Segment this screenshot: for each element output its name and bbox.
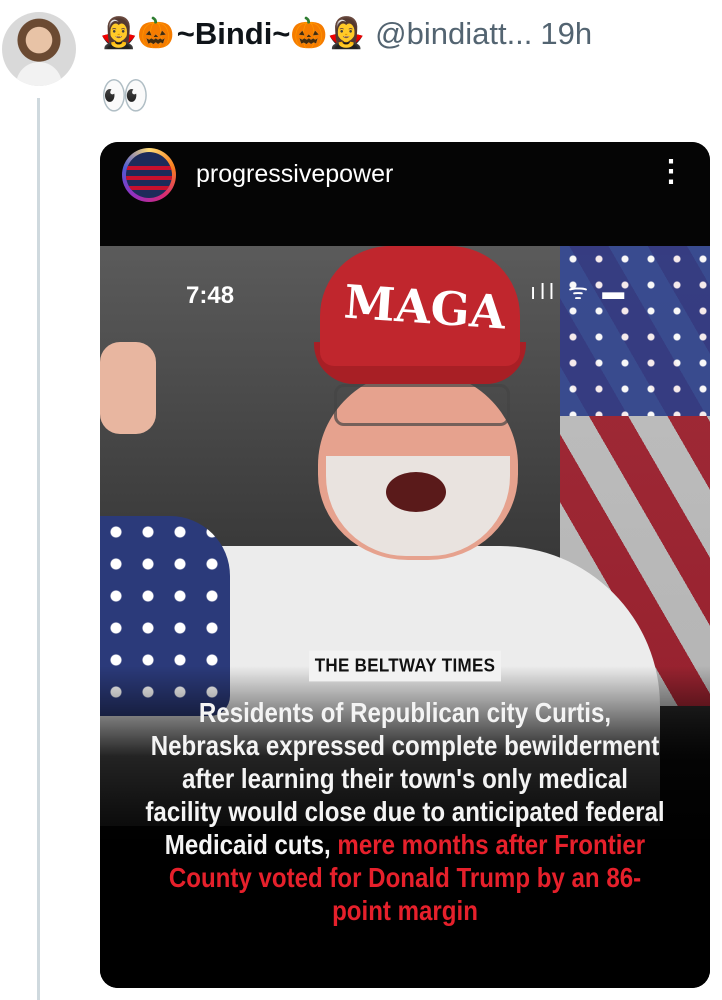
phone-status-time: 7:48 bbox=[186, 282, 235, 309]
author-avatar[interactable] bbox=[2, 12, 76, 86]
cap-text: MAGA bbox=[342, 274, 508, 340]
man-mouth bbox=[386, 472, 446, 512]
more-vertical-icon[interactable]: ⋮ bbox=[656, 154, 686, 189]
tweet-body-emoji: 👀 bbox=[100, 74, 150, 118]
headline-text: Residents of Republican city Curtis, Neb… bbox=[143, 696, 668, 927]
phone-status-icons: ıll ᯤ ▬ bbox=[530, 279, 629, 304]
raised-fist bbox=[100, 342, 156, 434]
avatar-shirt bbox=[16, 62, 62, 86]
name-suffix-emoji: 🎃🧛‍♀️ bbox=[290, 17, 366, 50]
ig-username[interactable]: progressivepower bbox=[196, 160, 393, 189]
name-prefix-emoji: 🧛‍♀️🎃 bbox=[100, 17, 175, 50]
publication-label: THE BELTWAY TIMES bbox=[100, 650, 710, 682]
user-handle[interactable]: @bindiatt... bbox=[375, 16, 532, 52]
us-flag-icon bbox=[126, 152, 172, 198]
thread-line bbox=[37, 98, 40, 1000]
instagram-header: progressivepower ⋮ bbox=[100, 142, 710, 246]
glasses bbox=[334, 384, 510, 426]
post-image: MAGA 7:48 ıll ᯤ ▬ THE BELTWAY TIMES Resi… bbox=[100, 246, 710, 988]
timestamp[interactable]: 19h bbox=[540, 16, 592, 52]
ig-avatar-icon[interactable] bbox=[122, 148, 176, 202]
embedded-media-card[interactable]: progressivepower ⋮ MAGA 7:48 ıll ᯤ ▬ THE… bbox=[100, 142, 710, 988]
flag-stars bbox=[560, 246, 710, 416]
publication-name: THE BELTWAY TIMES bbox=[308, 650, 502, 682]
tweet-header: 🧛‍♀️🎃 ~Bindi~ 🎃🧛‍♀️ @bindiatt... 19h bbox=[100, 14, 592, 54]
display-name[interactable]: ~Bindi~ bbox=[177, 16, 291, 52]
